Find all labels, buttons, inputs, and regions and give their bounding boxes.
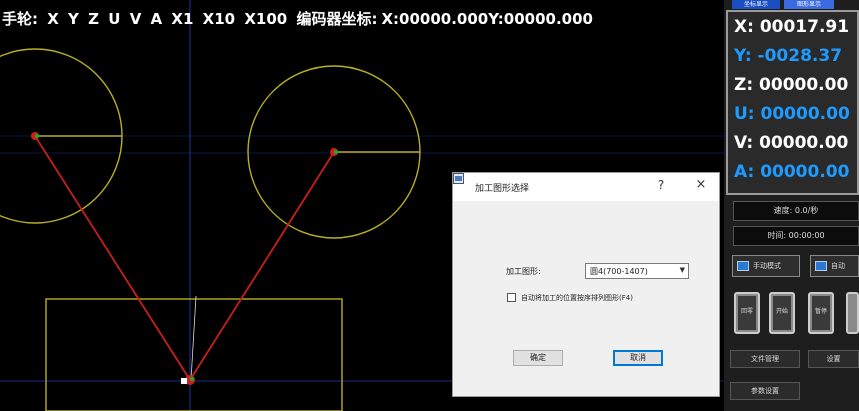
encoder-x-value: X:00000.000 [381, 10, 489, 28]
coord-x-value: X: 00017.91 [734, 17, 850, 37]
start-label: 开始 [775, 308, 788, 315]
coord-v-value: V: 00000.00 [734, 133, 849, 153]
home-button[interactable]: 回零 [734, 292, 760, 334]
coord-u-value: U: 00000.00 [734, 104, 850, 124]
time-readout: 时间: 00:00:00 [733, 226, 859, 246]
tool-head-dot [189, 376, 195, 382]
settings-button[interactable]: 设置 [808, 350, 859, 368]
coord-a-value: A: 00000.00 [734, 162, 850, 182]
select-shape-dialog: 加工图形选择 ? × 加工图形: 圆4(700-1407) ▼ 自动将加工的位置… [452, 172, 720, 397]
ok-button[interactable]: 确定 [513, 350, 563, 366]
right-pivot-dot [334, 150, 338, 154]
chevron-down-icon: ▼ [679, 266, 685, 274]
jog-axis-a[interactable]: A [151, 10, 163, 28]
jog-status-bar: 手轮: X Y Z U V A X1 X10 X100 编码器坐标: X:0000… [2, 8, 597, 29]
coord-y-value: Y: -0028.37 [734, 46, 843, 66]
auto-mode-button[interactable]: 自动 [810, 255, 859, 277]
jog-axis-x[interactable]: X [47, 10, 59, 28]
drawing-canvas[interactable]: 手轮: X Y Z U V A X1 X10 X100 编码器坐标: X:0000… [0, 0, 724, 411]
close-icon[interactable]: × [693, 177, 709, 192]
coord-z-value: Z: 00000.00 [734, 75, 849, 95]
auto-arrange-label: 自动将加工的位置按序排列图形(F4) [521, 294, 633, 302]
left-pivot-dot [35, 134, 39, 138]
speed-readout: 速度: 0.0/秒 [733, 201, 859, 221]
jog-multiplier-x1[interactable]: X1 [171, 10, 193, 28]
parameters-button[interactable]: 参数设置 [730, 382, 800, 400]
control-panel: 坐标显示 图形显示 X: 00017.91 Y: -0028.37 Z: 000… [724, 0, 859, 411]
jog-axis-u[interactable]: U [108, 10, 120, 28]
jog-label: 手轮: [2, 10, 38, 28]
file-manager-button[interactable]: 文件管理 [730, 350, 800, 368]
tool-path-line [190, 295, 197, 381]
shape-file-label: 加工图形: [506, 267, 541, 276]
right-arm-line [189, 151, 335, 381]
left-arm-line [34, 135, 191, 381]
stop-button[interactable] [846, 292, 859, 334]
manual-mode-button[interactable]: 手动模式 [732, 255, 800, 277]
home-label: 回零 [740, 308, 753, 315]
jog-axis-v[interactable]: V [130, 10, 142, 28]
app-icon [453, 173, 464, 184]
shape-file-value: 圆4(700-1407) [590, 267, 648, 276]
tab-graphics[interactable]: 图形显示 [784, 0, 834, 9]
auto-mode-label: 自动 [831, 262, 845, 270]
manual-mode-icon [737, 261, 749, 271]
auto-arrange-checkbox[interactable] [507, 293, 516, 302]
start-button[interactable]: 开始 [769, 292, 795, 334]
work-rectangle [45, 298, 343, 411]
cancel-button[interactable]: 取消 [613, 350, 663, 366]
encoder-y-value: Y:00000.000 [488, 10, 593, 28]
help-icon[interactable]: ? [653, 178, 669, 192]
dialog-titlebar[interactable]: 加工图形选择 ? × [453, 173, 719, 201]
coordinate-display: X: 00017.91 Y: -0028.37 Z: 00000.00 U: 0… [726, 10, 859, 195]
jog-axis-z[interactable]: Z [88, 10, 99, 28]
pause-label: 暂停 [814, 308, 827, 315]
jog-axis-y[interactable]: Y [68, 10, 79, 28]
auto-mode-icon [815, 261, 827, 271]
shape-file-dropdown[interactable]: 圆4(700-1407) ▼ [585, 263, 689, 279]
tool-cursor-square [181, 378, 187, 384]
jog-multiplier-x10[interactable]: X10 [203, 10, 235, 28]
jog-multiplier-x100[interactable]: X100 [244, 10, 287, 28]
pause-button[interactable]: 暂停 [808, 292, 834, 334]
dialog-title: 加工图形选择 [475, 184, 530, 194]
tab-coordinates[interactable]: 坐标显示 [732, 0, 780, 9]
panel-tabs: 坐标显示 图形显示 [724, 0, 859, 9]
encoder-label: 编码器坐标: [296, 10, 378, 28]
manual-mode-label: 手动模式 [753, 262, 781, 270]
